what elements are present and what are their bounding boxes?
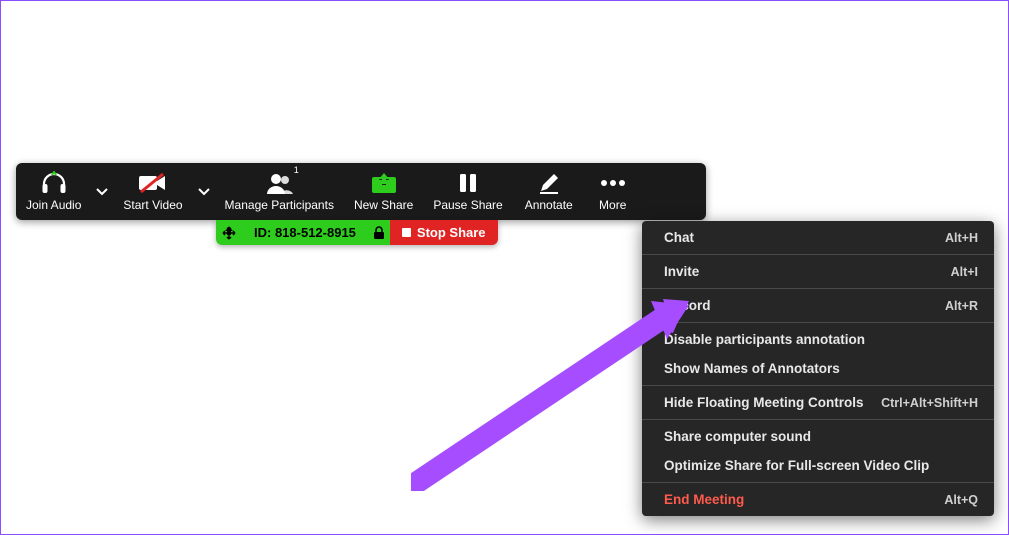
menu-item-label: Chat bbox=[664, 230, 694, 245]
menu-item-shortcut: Alt+Q bbox=[944, 493, 978, 507]
stop-share-label: Stop Share bbox=[417, 225, 486, 240]
start-video-button[interactable]: Start Video bbox=[113, 163, 192, 220]
menu-separator bbox=[642, 254, 994, 255]
more-label: More bbox=[599, 198, 626, 212]
meeting-id-label: ID: 818-512-8915 bbox=[242, 220, 368, 245]
share-toolbar: Join Audio Start Video 1 Manage Parti bbox=[16, 163, 706, 220]
menu-item-shortcut: Ctrl+Alt+Shift+H bbox=[881, 396, 978, 410]
menu-item-label: Show Names of Annotators bbox=[664, 361, 840, 376]
camera-off-icon bbox=[138, 170, 168, 196]
participants-count-badge: 1 bbox=[290, 164, 302, 176]
video-options-chevron[interactable] bbox=[193, 163, 215, 220]
menu-item-end-meeting[interactable]: End Meeting Alt+Q bbox=[642, 485, 994, 514]
more-button[interactable]: More bbox=[585, 163, 641, 220]
headphones-icon bbox=[40, 170, 68, 196]
menu-item-chat[interactable]: Chat Alt+H bbox=[642, 223, 994, 252]
stop-share-button[interactable]: Stop Share bbox=[390, 220, 498, 245]
drag-handle-icon[interactable] bbox=[216, 220, 242, 245]
menu-item-label: Record bbox=[664, 298, 711, 313]
menu-item-optimize-video[interactable]: Optimize Share for Full-screen Video Cli… bbox=[642, 451, 994, 480]
lock-icon bbox=[368, 220, 390, 245]
participants-icon: 1 bbox=[265, 170, 293, 196]
meeting-id-bar: ID: 818-512-8915 Stop Share bbox=[216, 220, 498, 245]
menu-item-share-sound[interactable]: Share computer sound bbox=[642, 422, 994, 451]
audio-options-chevron[interactable] bbox=[91, 163, 113, 220]
pause-icon bbox=[459, 170, 477, 196]
join-audio-button[interactable]: Join Audio bbox=[16, 163, 91, 220]
more-menu: Chat Alt+H Invite Alt+I Record Alt+R Dis… bbox=[642, 221, 994, 516]
annotate-label: Annotate bbox=[525, 198, 573, 212]
join-audio-label: Join Audio bbox=[26, 198, 81, 212]
menu-item-label: Invite bbox=[664, 264, 699, 279]
manage-participants-label: Manage Participants bbox=[225, 198, 334, 212]
menu-separator bbox=[642, 385, 994, 386]
share-screen-icon bbox=[371, 170, 397, 196]
menu-item-disable-annotation[interactable]: Disable participants annotation bbox=[642, 325, 994, 354]
menu-separator bbox=[642, 288, 994, 289]
manage-participants-button[interactable]: 1 Manage Participants bbox=[215, 163, 344, 220]
annotate-button[interactable]: Annotate bbox=[513, 163, 585, 220]
menu-item-label: Optimize Share for Full-screen Video Cli… bbox=[664, 458, 929, 473]
menu-item-invite[interactable]: Invite Alt+I bbox=[642, 257, 994, 286]
menu-item-label: End Meeting bbox=[664, 492, 744, 507]
menu-separator bbox=[642, 322, 994, 323]
menu-item-show-annotator-names[interactable]: Show Names of Annotators bbox=[642, 354, 994, 383]
menu-item-shortcut: Alt+I bbox=[951, 265, 978, 279]
menu-separator bbox=[642, 482, 994, 483]
menu-item-label: Disable participants annotation bbox=[664, 332, 865, 347]
menu-item-shortcut: Alt+R bbox=[945, 299, 978, 313]
new-share-label: New Share bbox=[354, 198, 413, 212]
new-share-button[interactable]: New Share bbox=[344, 163, 423, 220]
more-dots-icon bbox=[600, 170, 626, 196]
menu-item-shortcut: Alt+H bbox=[945, 231, 978, 245]
stop-icon bbox=[402, 228, 411, 237]
menu-item-label: Share computer sound bbox=[664, 429, 811, 444]
menu-item-record[interactable]: Record Alt+R bbox=[642, 291, 994, 320]
start-video-label: Start Video bbox=[123, 198, 182, 212]
pause-share-label: Pause Share bbox=[433, 198, 502, 212]
pause-share-button[interactable]: Pause Share bbox=[423, 163, 512, 220]
menu-item-hide-controls[interactable]: Hide Floating Meeting Controls Ctrl+Alt+… bbox=[642, 388, 994, 417]
menu-separator bbox=[642, 419, 994, 420]
menu-item-label: Hide Floating Meeting Controls bbox=[664, 395, 864, 410]
pencil-icon bbox=[538, 170, 560, 196]
